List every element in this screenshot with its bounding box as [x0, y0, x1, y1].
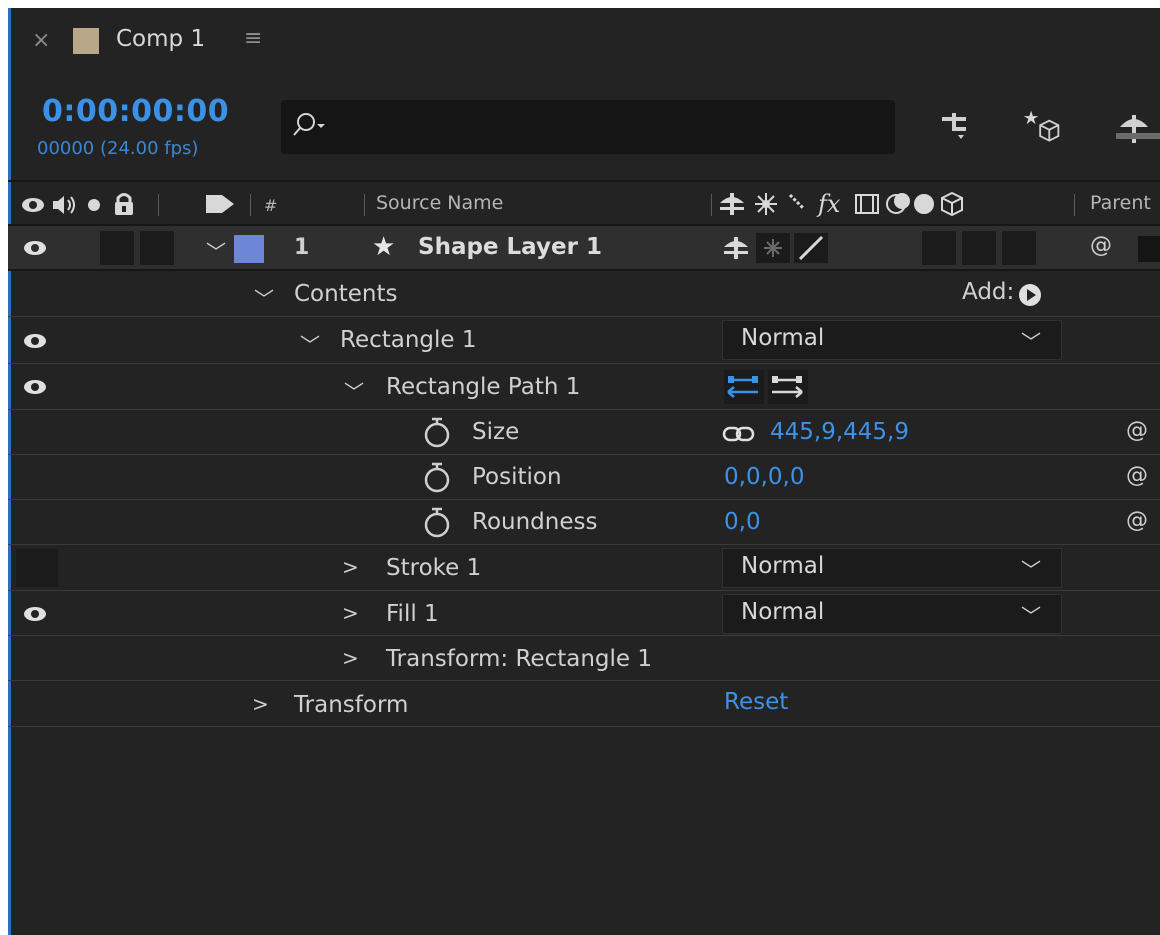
- position-label: Position: [472, 464, 562, 490]
- layer-expand-chevron-icon[interactable]: ﹀: [206, 236, 226, 265]
- blend-mode-value: Normal: [741, 599, 825, 625]
- rectangle-path-row[interactable]: ﹀ Rectangle Path 1: [8, 364, 1160, 410]
- source-name-column-header[interactable]: Source Name: [376, 192, 503, 214]
- roundness-pickwhip-icon[interactable]: @: [1126, 508, 1148, 533]
- chevron-down-icon: ﹀: [1021, 330, 1041, 354]
- rectangle-visibility-eye-icon[interactable]: [22, 331, 48, 351]
- parent-pickwhip-icon[interactable]: @: [1090, 233, 1112, 258]
- blend-mode-value: Normal: [741, 325, 825, 351]
- constrain-proportions-link-icon[interactable]: [722, 424, 756, 444]
- size-stopwatch-icon[interactable]: [422, 417, 452, 449]
- size-label: Size: [472, 419, 520, 445]
- roundness-stopwatch-icon[interactable]: [422, 507, 452, 539]
- current-time-display[interactable]: 0:00:00:00: [42, 94, 229, 129]
- rectangle-path-chevron-icon[interactable]: ﹀: [344, 376, 364, 405]
- rectangle-blend-mode-dropdown[interactable]: Normal ﹀: [722, 320, 1062, 360]
- rectangle-chevron-icon[interactable]: ﹀: [300, 329, 320, 358]
- layer-row[interactable]: ﹀ 1 ★ Shape Layer 1 @: [8, 226, 1160, 271]
- fill-label: Fill 1: [386, 601, 439, 627]
- draft-3d-icon[interactable]: [1020, 107, 1064, 147]
- roundness-property-row[interactable]: Roundness 0,0 @: [8, 500, 1160, 545]
- layer-label-color[interactable]: [234, 235, 264, 263]
- lock-column-icon[interactable]: [112, 191, 136, 217]
- size-pickwhip-icon[interactable]: @: [1126, 418, 1148, 443]
- transform-chevron-icon[interactable]: >: [252, 692, 269, 716]
- transform-row[interactable]: > Transform Reset: [8, 681, 1160, 727]
- transform-rectangle-label: Transform: Rectangle 1: [386, 646, 652, 672]
- transform-rectangle-row[interactable]: > Transform: Rectangle 1: [8, 636, 1160, 681]
- stroke-visibility-switch[interactable]: [16, 549, 58, 587]
- frame-rate-display: 00000 (24.00 fps): [37, 138, 199, 159]
- shy-layers-icon[interactable]: [1116, 107, 1160, 147]
- roundness-value[interactable]: 0,0: [724, 509, 761, 535]
- panel-menu-icon[interactable]: ≡: [244, 26, 262, 51]
- rectangle-label: Rectangle 1: [340, 327, 477, 353]
- solo-switch[interactable]: [100, 231, 134, 265]
- audio-column-icon[interactable]: [50, 193, 78, 217]
- stroke-label: Stroke 1: [386, 555, 482, 581]
- add-label: Add:: [962, 279, 1015, 305]
- transform-rectangle-chevron-icon[interactable]: >: [342, 646, 359, 670]
- size-value[interactable]: 445,9,445,9: [770, 419, 909, 445]
- contents-chevron-icon[interactable]: ﹀: [254, 283, 274, 312]
- label-column-icon[interactable]: [204, 191, 238, 217]
- fill-visibility-eye-icon[interactable]: [22, 604, 48, 624]
- layer-search-input[interactable]: [281, 100, 895, 154]
- close-tab-icon[interactable]: ×: [32, 30, 50, 52]
- rectangle-group-row[interactable]: ﹀ Rectangle 1 Normal ﹀: [8, 317, 1160, 364]
- position-pickwhip-icon[interactable]: @: [1126, 463, 1148, 488]
- path-visibility-eye-icon[interactable]: [22, 377, 48, 397]
- position-value[interactable]: 0,0,0,0: [724, 464, 804, 490]
- transform-label: Transform: [294, 692, 409, 718]
- comp-tab-title[interactable]: Comp 1: [116, 26, 205, 52]
- fill-chevron-icon[interactable]: >: [342, 601, 359, 625]
- blend-mode-value: Normal: [741, 553, 825, 579]
- star-icon: ★: [372, 232, 396, 262]
- stroke-group-row[interactable]: > Stroke 1 Normal ﹀: [8, 545, 1160, 591]
- layer-name[interactable]: Shape Layer 1: [418, 234, 602, 260]
- contents-label: Contents: [294, 281, 398, 307]
- solo-column-icon[interactable]: [86, 197, 102, 213]
- switches-column-icons[interactable]: fx: [716, 189, 1046, 219]
- fill-group-row[interactable]: > Fill 1 Normal ﹀: [8, 591, 1160, 636]
- add-menu-button[interactable]: [1018, 283, 1042, 307]
- video-visibility-column-icon[interactable]: [20, 195, 46, 215]
- layer-number: 1: [294, 235, 310, 260]
- panel-tab-bar: × Comp 1 ≡: [8, 8, 1160, 78]
- transform-reset-link[interactable]: Reset: [724, 689, 788, 715]
- lock-switch[interactable]: [140, 231, 174, 265]
- column-header-row: # Source Name fx Parent: [8, 180, 1160, 226]
- roundness-label: Roundness: [472, 509, 598, 535]
- layer-visibility-eye-icon[interactable]: [22, 238, 48, 258]
- stroke-blend-mode-dropdown[interactable]: Normal ﹀: [722, 548, 1062, 588]
- comp-color-swatch: [73, 28, 99, 54]
- composition-mini-flowchart-icon[interactable]: [938, 107, 978, 147]
- chevron-down-icon: ﹀: [1021, 604, 1041, 628]
- fill-blend-mode-dropdown[interactable]: Normal ﹀: [722, 594, 1062, 634]
- size-property-row[interactable]: Size 445,9,445,9 @: [8, 410, 1160, 455]
- parent-column-header[interactable]: Parent: [1090, 192, 1151, 214]
- position-stopwatch-icon[interactable]: [422, 462, 452, 494]
- layer-number-column-header[interactable]: #: [264, 196, 277, 215]
- search-icon: [293, 113, 325, 136]
- stroke-chevron-icon[interactable]: >: [342, 555, 359, 579]
- contents-row[interactable]: ﹀ Contents Add:: [8, 271, 1160, 317]
- path-direction-icons[interactable]: [724, 370, 814, 404]
- effects-column-icon: fx: [816, 190, 841, 218]
- parent-dropdown[interactable]: [1138, 236, 1160, 262]
- chevron-down-icon: ﹀: [1021, 558, 1041, 582]
- position-property-row[interactable]: Position 0,0,0,0 @: [8, 455, 1160, 500]
- rectangle-path-label: Rectangle Path 1: [386, 374, 581, 400]
- timeline-panel: × Comp 1 ≡ 0:00:00:00 00000 (24.00 fps): [8, 8, 1160, 935]
- layer-switches[interactable]: [720, 231, 850, 265]
